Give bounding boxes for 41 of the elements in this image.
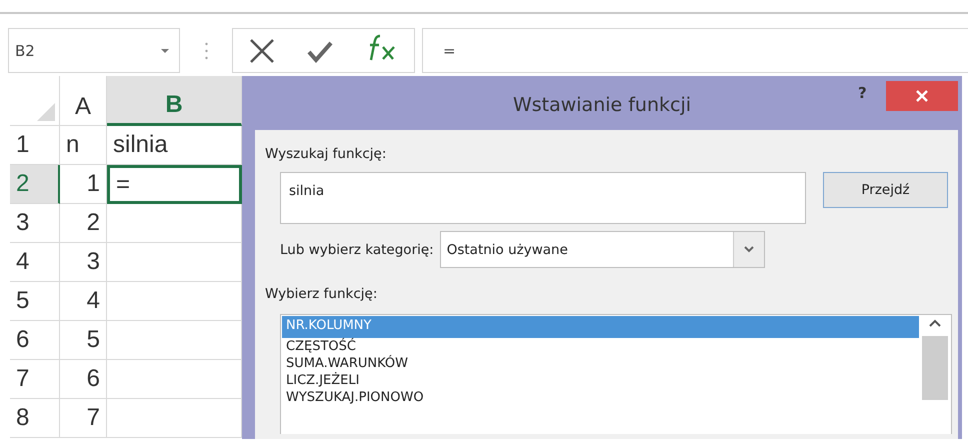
active-cell[interactable]: = [107,165,242,204]
list-label: Wybierz funkcję: [265,286,378,302]
table-cell[interactable]: 3 [60,243,107,282]
dropdown-icon[interactable] [161,48,169,52]
table-cell[interactable]: 2 [60,204,107,243]
row-header[interactable]: 8 [10,399,60,438]
help-button[interactable]: ? [858,84,867,102]
function-item[interactable]: SUMA.WARUNKÓW [282,355,919,372]
function-item[interactable]: LICZ.JEŻELI [282,372,919,389]
column-header[interactable]: A [60,76,107,126]
cancel-icon[interactable] [249,38,276,64]
row-header[interactable]: 4 [10,243,60,282]
table-cell[interactable]: 1 [60,165,107,204]
row-header[interactable]: 3 [10,204,60,243]
formula-field[interactable]: = [422,28,968,73]
table-cell[interactable]: 7 [60,399,107,438]
go-button[interactable]: Przejdź [823,172,948,208]
row-header[interactable]: 2 [10,165,60,204]
chevron-down-icon[interactable] [744,246,754,253]
table-cell[interactable]: 5 [60,321,107,360]
dialog-title: Wstawianie funkcji [512,94,692,116]
category-label: Lub wybierz kategorię: [280,242,434,258]
row-header[interactable]: 5 [10,282,60,321]
select-all-icon[interactable] [37,103,55,121]
table-cell[interactable]: 6 [60,360,107,399]
row-header[interactable]: 6 [10,321,60,360]
category-dropdown[interactable]: Ostatnio używane [440,231,765,268]
function-item[interactable]: WYSZUKAJ.PIONOWO [282,389,919,406]
name-box[interactable]: B2 [8,28,180,73]
column-header[interactable]: B [107,76,242,126]
row-header[interactable]: 7 [10,360,60,399]
function-item[interactable]: CZĘSTOŚĆ [282,338,919,355]
close-button[interactable] [886,81,958,111]
scroll-up-icon[interactable] [929,319,941,328]
close-icon [916,90,928,102]
table-cell[interactable]: 4 [60,282,107,321]
table-cell[interactable]: n [60,126,107,165]
grip-icon [204,42,208,60]
search-label: Wyszukaj funkcję: [265,145,388,162]
scrollbar-thumb[interactable] [922,336,948,400]
search-field[interactable]: silnia [280,172,806,224]
